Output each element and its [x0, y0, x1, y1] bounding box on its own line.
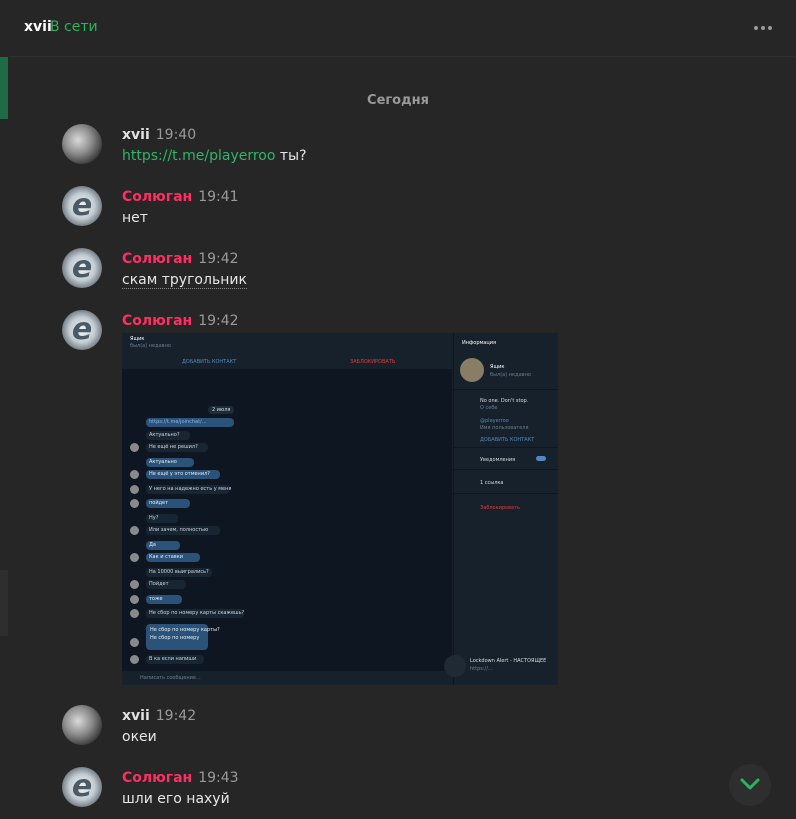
chat-header: xvii В сети [0, 0, 796, 56]
avatar[interactable] [62, 705, 102, 745]
shot-toggle [536, 456, 546, 461]
online-status: В сети [50, 19, 98, 35]
message-link[interactable]: https://t.me/playerroo [122, 148, 275, 164]
message-time: 19:43 [198, 770, 239, 786]
header-divider [9, 56, 796, 57]
message-author[interactable]: xvii [122, 127, 150, 143]
message-author[interactable]: xvii [122, 708, 150, 724]
shot-topbar: Ящик был(а) недавно [122, 333, 452, 356]
message-time: 19:40 [155, 127, 197, 143]
message-text: шли его нахуй [122, 791, 230, 807]
avatar[interactable]: e [62, 186, 102, 226]
message-time: 19:42 [198, 313, 239, 329]
shot-input-bar: Написать сообщение... [122, 671, 452, 685]
shot-actions: ДОБАВИТЬ КОНТАКТ ЗАБЛОКИРОВАТЬ [122, 355, 452, 370]
avatar[interactable]: e [62, 248, 102, 288]
message-author[interactable]: Солюган [122, 189, 192, 205]
date-divider: Сегодня [367, 93, 429, 108]
screenshot-attachment[interactable]: Ящик был(а) недавно ДОБАВИТЬ КОНТАКТ ЗАБ… [122, 333, 558, 685]
chevron-down-icon [740, 778, 760, 790]
sidebar-edge [0, 570, 8, 636]
message-author[interactable]: Солюган [122, 770, 192, 786]
message-text: скам тругольник [122, 272, 247, 289]
message-author[interactable]: Солюган [122, 251, 192, 267]
scroll-to-bottom-button[interactable] [729, 764, 771, 806]
more-options-icon[interactable] [754, 26, 772, 30]
chat-title[interactable]: xvii [24, 19, 52, 35]
message-text: https://t.me/playerroo ты? [122, 148, 307, 164]
avatar[interactable]: e [62, 767, 102, 807]
message-time: 19:42 [155, 708, 197, 724]
message-text: нет [122, 210, 148, 226]
avatar[interactable]: e [62, 310, 102, 350]
message-text: океи [122, 729, 157, 745]
shot-avatar [460, 358, 484, 382]
sidebar-active-indicator [0, 57, 8, 119]
message-time: 19:42 [198, 251, 239, 267]
message-author[interactable]: Солюган [122, 313, 192, 329]
avatar[interactable] [62, 124, 102, 164]
message-time: 19:41 [198, 189, 239, 205]
